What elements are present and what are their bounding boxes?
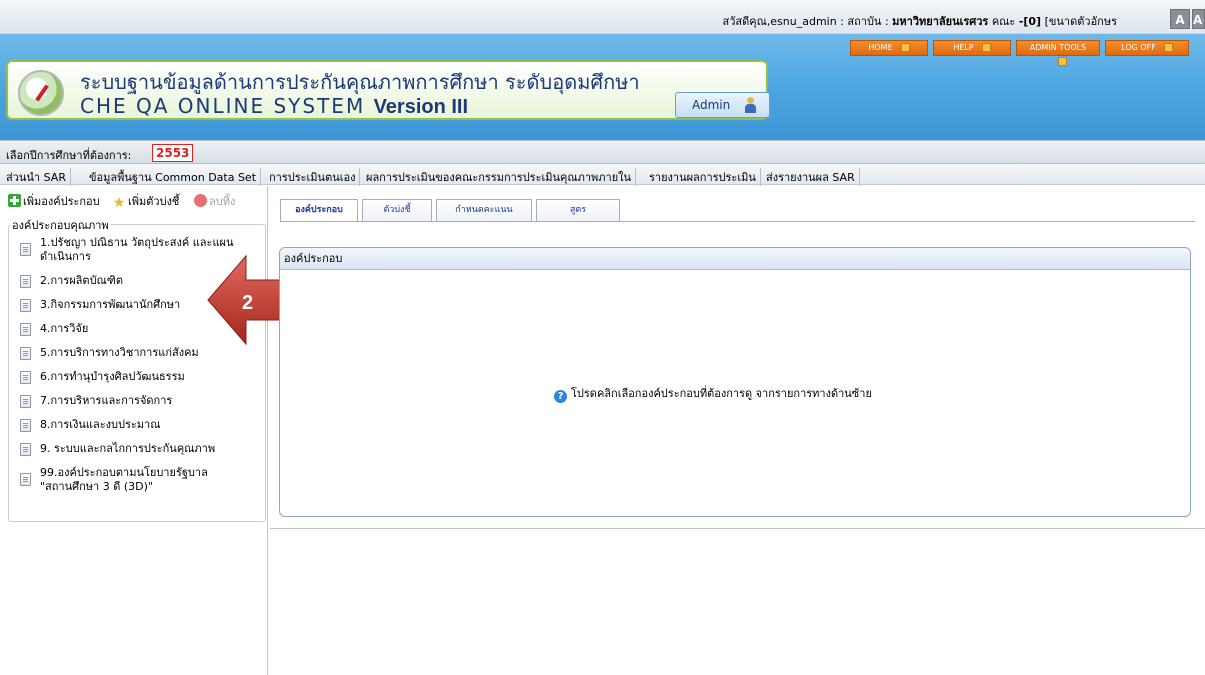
panel-message: ? โปรดคลิกเลือกองค์ประกอบที่ต้องการดู จาก…: [554, 384, 872, 403]
tree-item-label: 9. ระบบและกลไกการประกันคุณภาพ: [40, 442, 216, 455]
document-icon: [20, 299, 31, 312]
logo-panel: ระบบฐานข้อมูลด้านการประกันคุณภาพการศึกษา…: [6, 60, 770, 120]
log-off-button[interactable]: LOG OFF: [1105, 40, 1189, 56]
admin-label: Admin: [692, 98, 731, 112]
menu-self-assessment[interactable]: การประเมินตนเอง: [265, 168, 361, 186]
delete-icon: [194, 194, 207, 207]
year-selector-label: เลือกปีการศึกษาที่ต้องการ:: [6, 149, 132, 162]
version-label: Version III: [373, 96, 469, 118]
document-icon: [20, 419, 31, 432]
menu-committee-results[interactable]: ผลการประเมินของคณะกรรมการประเมินคุณภาพภา…: [362, 168, 637, 186]
document-icon: [20, 473, 31, 486]
font-large-button[interactable]: A+: [1192, 9, 1205, 29]
panel-title: องค์ประกอบ: [280, 248, 1190, 270]
delete-label: ลบทิ้ง: [209, 195, 236, 208]
tree-item-label: 1.ปรัชญา ปณิธาน วัตถุประสงค์ และแผนดำเนิ…: [40, 236, 234, 263]
title-en-text: CHE QA ONLINE SYSTEM: [80, 94, 366, 118]
add-component-button[interactable]: เพิ่มองค์ประกอบ: [8, 192, 100, 210]
tree-item[interactable]: 7.การบริหารและการจัดการ: [20, 394, 260, 408]
user-icon: [745, 97, 756, 113]
log-off-label: LOG OFF: [1121, 43, 1156, 52]
tab-indicator[interactable]: ตัวบ่งชี้: [362, 199, 432, 221]
tree-item-label: 6.การทำนุบำรุงศิลปวัฒนธรรม: [40, 370, 185, 383]
document-icon: [20, 395, 31, 408]
tree-toolbar: เพิ่มองค์ประกอบ ★ เพิ่มตัวบ่งชี้ ลบทิ้ง: [6, 188, 268, 210]
tree-item[interactable]: 99.องค์ประกอบตามนโยบายรัฐบาล "สถานศึกษา …: [20, 466, 242, 494]
tree-item-label: 8.การเงินและงบประมาณ: [40, 418, 161, 431]
callout-number: 2: [242, 292, 254, 314]
arrow-icon: [1057, 57, 1067, 66]
document-icon: [20, 347, 31, 360]
font-small-button[interactable]: A: [1170, 9, 1190, 29]
add-indicator-button[interactable]: ★ เพิ่มตัวบ่งชี้: [112, 192, 180, 211]
menu-sar-intro[interactable]: ส่วนนำ SAR: [2, 168, 71, 186]
tree-item-label: 99.องค์ประกอบตามนโยบายรัฐบาล "สถานศึกษา …: [40, 466, 208, 493]
font-size-label: [ขนาดตัวอักษร: [1044, 15, 1117, 28]
delete-button[interactable]: ลบทิ้ง: [194, 192, 235, 210]
tree-item-label: 5.การบริการทางวิชาการแก่สังคม: [40, 346, 199, 359]
system-title-english: CHE QA ONLINE SYSTEM Version III: [80, 94, 468, 119]
admin-tools-button[interactable]: ADMIN TOOLS: [1016, 40, 1100, 66]
arrow-icon: [981, 43, 991, 52]
tree-item-label: 2.การผลิตบัณฑิต: [40, 274, 124, 287]
content-divider: [270, 528, 1205, 529]
tab-scoring[interactable]: กำหนดคะแนน: [436, 199, 532, 221]
notification-count[interactable]: -[0]: [1019, 15, 1041, 28]
plus-icon: [8, 194, 21, 207]
document-icon: [20, 323, 31, 336]
document-icon: [20, 275, 31, 288]
tree-item-label: 4.การวิจัย: [40, 322, 89, 335]
help-button[interactable]: HELP: [933, 40, 1011, 56]
faculty-label: คณะ: [991, 15, 1016, 28]
user-greeting: สวัสดีคุณ,esnu_admin : สถาบัน : มหาวิทยา…: [722, 12, 1117, 30]
panel-message-text: โปรดคลิกเลือกองค์ประกอบที่ต้องการดู จากร…: [571, 387, 872, 400]
arrow-icon: [1163, 43, 1173, 52]
home-label: HOME: [868, 43, 893, 52]
user-bar: สวัสดีคุณ,esnu_admin : สถาบัน : มหาวิทยา…: [0, 0, 1205, 34]
tree-item[interactable]: 6.การทำนุบำรุงศิลปวัฒนธรรม: [20, 370, 260, 384]
document-icon: [20, 243, 31, 256]
academic-year-select[interactable]: 2553: [152, 144, 194, 162]
tree-item[interactable]: 9. ระบบและกลไกการประกันคุณภาพ: [20, 442, 260, 456]
menu-assessment-report[interactable]: รายงานผลการประเมิน: [645, 168, 761, 186]
home-button[interactable]: HOME: [850, 40, 928, 56]
tree-item[interactable]: 5.การบริการทางวิชาการแก่สังคม: [20, 346, 260, 360]
add-component-label: เพิ่มองค์ประกอบ: [23, 195, 100, 208]
admin-tools-label: ADMIN TOOLS: [1029, 43, 1087, 52]
app-header: HOME HELP ADMIN TOOLS LOG OFF ระบบฐานข้อ…: [0, 34, 1205, 152]
menu-send-sar[interactable]: ส่งรายงานผล SAR: [762, 168, 860, 186]
document-icon: [20, 371, 31, 384]
quality-components-legend: องค์ประกอบคุณภาพ: [10, 216, 111, 234]
tree-item[interactable]: 8.การเงินและงบประมาณ: [20, 418, 260, 432]
arrow-icon: [900, 43, 910, 52]
help-label: HELP: [953, 43, 974, 52]
main-menu: ส่วนนำ SAR ข้อมูลพื้นฐาน Common Data Set…: [0, 164, 1205, 186]
star-icon: ★: [112, 195, 126, 211]
tab-divider: [280, 221, 1195, 222]
institution-name: มหาวิทยาลัยนเรศวร: [892, 15, 989, 28]
tree-item-label: 3.กิจกรรมการพัฒนานักศึกษา: [40, 298, 181, 311]
add-indicator-label: เพิ่มตัวบ่งชี้: [128, 195, 180, 208]
component-panel: องค์ประกอบ ? โปรดคลิกเลือกองค์ประกอบที่ต้…: [279, 247, 1191, 517]
tree-item-label: 7.การบริหารและการจัดการ: [40, 394, 173, 407]
document-icon: [20, 443, 31, 456]
gauge-logo-icon: [18, 70, 64, 116]
tab-formula[interactable]: สูตร: [536, 199, 620, 221]
greeting-text: สวัสดีคุณ,esnu_admin : สถาบัน :: [722, 15, 893, 28]
tab-component[interactable]: องค์ประกอบ: [280, 199, 358, 222]
help-icon: ?: [554, 390, 567, 403]
admin-button[interactable]: Admin: [675, 92, 770, 118]
year-selector-bar: เลือกปีการศึกษาที่ต้องการ: 2553: [0, 140, 1205, 164]
menu-common-data-set[interactable]: ข้อมูลพื้นฐาน Common Data Set: [85, 168, 262, 186]
